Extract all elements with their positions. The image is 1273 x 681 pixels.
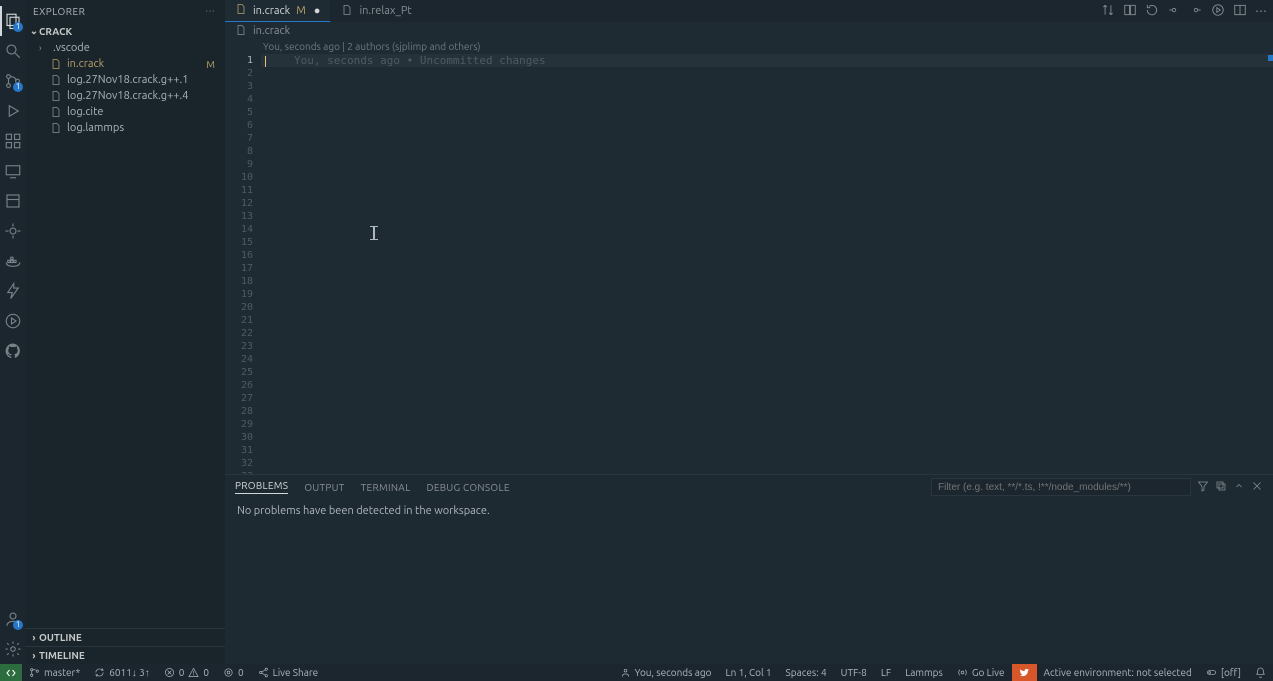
accounts-icon[interactable]: 1 (0, 604, 25, 634)
project-icon[interactable] (0, 186, 25, 216)
sidebar-more-icon[interactable]: ⋯ (205, 5, 217, 17)
run-debug-icon[interactable] (0, 96, 25, 126)
accounts-badge: 1 (13, 620, 23, 630)
status-spaces[interactable]: Spaces: 4 (779, 664, 834, 681)
play-circle-icon[interactable] (0, 306, 25, 336)
commit-prev-icon[interactable] (1167, 3, 1181, 20)
gear-icon[interactable] (0, 634, 25, 664)
docker-icon[interactable] (0, 246, 25, 276)
thunder-icon[interactable] (0, 276, 25, 306)
problems-message: No problems have been detected in the wo… (225, 499, 1273, 523)
git-blame-ghost: You, seconds ago • Uncommitted changes (294, 54, 546, 67)
explorer-icon[interactable]: 1 (0, 6, 25, 36)
remote-explorer-icon[interactable] (0, 156, 25, 186)
status-live-share[interactable]: Live Share (251, 664, 326, 681)
commit-next-icon[interactable] (1189, 3, 1203, 20)
panel-tab-problems[interactable]: PROBLEMS (235, 480, 288, 494)
scm-badge: 1 (13, 82, 23, 92)
extensions-icon[interactable] (0, 126, 25, 156)
remote-icon[interactable] (0, 664, 22, 681)
overview-ruler[interactable] (1268, 54, 1273, 474)
file-icon (49, 122, 63, 134)
file-icon (49, 74, 63, 86)
gitlens-icon[interactable] (0, 216, 25, 246)
tree-folder[interactable]: › .vscode (25, 40, 225, 56)
file-icon (49, 106, 63, 118)
diff-icon[interactable] (1123, 3, 1137, 20)
revert-icon[interactable] (1145, 3, 1159, 20)
sidebar-title: EXPLORER (33, 6, 85, 17)
status-eol[interactable]: LF (874, 664, 898, 681)
tree-file[interactable]: log.27Nov18.crack.g++.1 (25, 72, 225, 88)
status-bar: master* 6011↓ 3↑ 0 0 0 Live Share You, s… (0, 664, 1273, 681)
status-environment[interactable]: Active environment: not selected (1037, 664, 1199, 681)
file-icon (235, 24, 247, 39)
panel-tab-debug[interactable]: DEBUG CONSOLE (426, 482, 509, 493)
split-editor-icon[interactable] (1233, 3, 1247, 20)
sidebar: EXPLORER ⋯ ⌄ CRACK › .vscode in.crack M … (25, 0, 225, 664)
file-icon (235, 3, 247, 18)
gutter: 12345 678910 1112131415 1617181920 21222… (225, 54, 261, 474)
collapse-all-icon[interactable] (1215, 480, 1227, 494)
search-icon[interactable] (0, 36, 25, 66)
status-sync[interactable]: 6011↓ 3↑ (87, 664, 157, 681)
tree-file[interactable]: log.27Nov18.crack.g++.4 (25, 88, 225, 104)
code-area[interactable]: You, seconds ago • Uncommitted changes (261, 54, 1273, 474)
status-bell-icon[interactable] (1248, 664, 1273, 681)
text-cursor-icon (373, 226, 375, 240)
panel-close-icon[interactable] (1251, 480, 1263, 494)
status-ports[interactable]: 0 (216, 664, 251, 681)
panel-tab-output[interactable]: OUTPUT (304, 482, 344, 493)
status-go-live[interactable]: Go Live (950, 664, 1012, 681)
panel-tab-terminal[interactable]: TERMINAL (361, 482, 411, 493)
title-actions: ⋯ (1101, 0, 1273, 22)
breadcrumb[interactable]: in.crack (225, 22, 1273, 40)
activity-bar: 1 1 (0, 0, 25, 664)
status-errors[interactable]: 0 0 (157, 664, 216, 681)
timeline-section[interactable]: › TIMELINE (25, 646, 225, 664)
tabs: in.crack M ● in.relax_Pt ⋯ (225, 0, 1273, 22)
outline-section[interactable]: › OUTLINE (25, 628, 225, 646)
tab-in-relax-pt[interactable]: in.relax_Pt (331, 0, 422, 22)
filter-icon[interactable] (1197, 480, 1209, 494)
source-control-icon[interactable]: 1 (0, 66, 25, 96)
file-icon (49, 58, 63, 70)
status-toggle[interactable]: [off] (1199, 664, 1248, 681)
status-language[interactable]: Lammps (898, 664, 950, 681)
run-icon[interactable] (1211, 3, 1225, 20)
more-actions-icon[interactable]: ⋯ (1255, 4, 1267, 18)
panel-maximize-icon[interactable] (1233, 480, 1245, 494)
editor-body[interactable]: 12345 678910 1112131415 1617181920 21222… (225, 54, 1273, 474)
editor: in.crack M ● in.relax_Pt ⋯ in.crack (225, 0, 1273, 664)
file-icon (341, 4, 353, 19)
dirty-indicator: ● (314, 5, 321, 17)
tree-file[interactable]: log.lammps (25, 120, 225, 136)
github-icon[interactable] (0, 336, 25, 366)
file-tree: › .vscode in.crack M log.27Nov18.crack.g… (25, 40, 225, 628)
tree-file[interactable]: log.cite (25, 104, 225, 120)
problems-filter-input[interactable] (931, 478, 1191, 496)
status-position[interactable]: Ln 1, Col 1 (719, 664, 779, 681)
codelens[interactable]: You, seconds ago | 2 authors (sjplimp an… (225, 40, 1273, 54)
status-blame[interactable]: You, seconds ago (613, 664, 719, 681)
status-encoding[interactable]: UTF-8 (834, 664, 874, 681)
status-branch[interactable]: master* (22, 664, 87, 681)
tree-file[interactable]: in.crack M (25, 56, 225, 72)
project-name: CRACK (39, 26, 72, 37)
project-header[interactable]: ⌄ CRACK (25, 22, 225, 40)
status-tweet-icon[interactable] (1012, 664, 1037, 681)
panel: PROBLEMS OUTPUT TERMINAL DEBUG CONSOLE N… (225, 474, 1273, 664)
tab-in-crack[interactable]: in.crack M ● (225, 0, 331, 22)
compare-icon[interactable] (1101, 3, 1115, 20)
file-icon (49, 90, 63, 102)
explorer-badge: 1 (13, 22, 23, 32)
modified-badge: M (206, 59, 215, 70)
